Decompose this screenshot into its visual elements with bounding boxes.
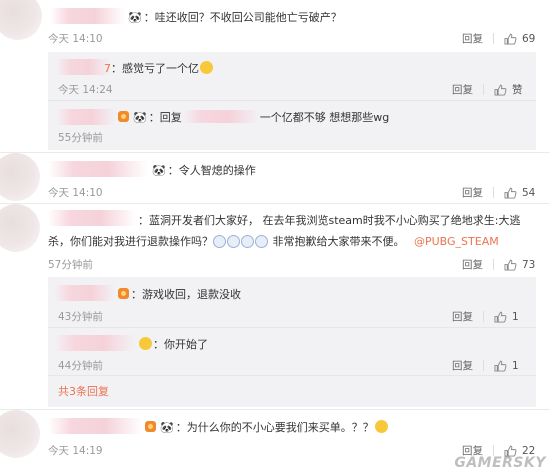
like-button[interactable]: 1 bbox=[494, 360, 519, 372]
like-button[interactable]: 1 bbox=[494, 311, 519, 323]
badge-icon bbox=[145, 421, 156, 432]
username-blurred[interactable] bbox=[48, 161, 148, 177]
username-blurred[interactable] bbox=[48, 210, 136, 226]
like-button[interactable]: 69 bbox=[504, 33, 535, 45]
comment-time: 57分钟前 bbox=[48, 259, 93, 271]
reply-button[interactable]: 回复 bbox=[452, 358, 473, 373]
comment-text: ：哇还收回？不收回公司能他亡亏破产？ bbox=[143, 11, 342, 24]
cry-emoji-icon bbox=[213, 235, 226, 248]
face-emoji-icon bbox=[139, 337, 152, 350]
comment-time: 今天 14:19 bbox=[48, 445, 103, 457]
like-count: 73 bbox=[522, 258, 536, 271]
username-blurred[interactable] bbox=[54, 285, 116, 301]
like-count: 69 bbox=[522, 32, 536, 45]
username-blurred[interactable] bbox=[50, 8, 125, 24]
badge-icon bbox=[118, 288, 129, 299]
comment-3: ：蓝洞开发者们大家好， 在去年我浏览steam时我不小心购买了绝地求生:大逃 杀… bbox=[0, 204, 550, 409]
reply-text: 一个亿都不够 想想那些wg bbox=[259, 111, 390, 124]
reply-prefix: 回复 bbox=[159, 111, 182, 124]
reply-time: 今天 14:24 bbox=[58, 84, 113, 96]
mention-blurred[interactable] bbox=[181, 110, 260, 123]
comment-1: 🐼 ：哇还收回？不收回公司能他亡亏破产？ 今天 14:10 回复 69 7：感觉亏… bbox=[0, 0, 550, 160]
reply-button[interactable]: 回复 bbox=[462, 31, 483, 46]
reply-button[interactable]: 回复 bbox=[452, 309, 473, 324]
reply-item: 🐼 ：回复 一个亿都不够 想想那些wg 55分钟前 bbox=[56, 109, 390, 144]
avatar[interactable] bbox=[0, 0, 42, 40]
comment-time: 今天 14:10 bbox=[48, 187, 103, 199]
panda-emoji-icon: 🐼 bbox=[160, 421, 174, 434]
reply-time: 43分钟前 bbox=[58, 311, 103, 323]
thumb-up-icon bbox=[494, 84, 507, 96]
face-emoji-icon bbox=[200, 61, 213, 74]
watermark-logo: GAMERSKY bbox=[454, 455, 546, 471]
username-blurred[interactable] bbox=[48, 418, 143, 434]
username-blurred[interactable] bbox=[56, 109, 116, 125]
comment-text: ：令人智熄的操作 bbox=[167, 164, 256, 177]
comment-2: 🐼 ：令人智熄的操作 今天 14:10 回复 54 bbox=[0, 153, 550, 201]
like-button[interactable]: 73 bbox=[504, 259, 535, 271]
reply-time: 55分钟前 bbox=[58, 132, 103, 144]
reply-button[interactable]: 回复 bbox=[462, 185, 483, 200]
panda-emoji-icon: 🐼 bbox=[128, 11, 142, 24]
like-button[interactable]: 赞 bbox=[494, 82, 523, 97]
like-count: 54 bbox=[522, 186, 536, 199]
avatar[interactable] bbox=[0, 153, 40, 201]
mention-link[interactable]: @PUBG_STEAM bbox=[414, 235, 499, 248]
face-emoji-icon bbox=[374, 420, 388, 433]
like-label: 赞 bbox=[512, 84, 523, 96]
avatar[interactable] bbox=[0, 204, 40, 252]
reply-button[interactable]: 回复 bbox=[462, 257, 483, 272]
panda-emoji-icon: 🐼 bbox=[152, 164, 166, 177]
thumb-up-icon bbox=[504, 259, 517, 271]
cry-emoji-icon bbox=[227, 235, 240, 248]
reply-item: ：游戏收回，退款没收 43分钟前 回复 1 bbox=[48, 277, 536, 328]
comment-time: 今天 14:10 bbox=[48, 33, 103, 45]
reply-button[interactable]: 回复 bbox=[452, 82, 473, 97]
username-blurred[interactable] bbox=[56, 59, 111, 75]
comment-text: ：为什么你的不小心要我们来买单。？？ bbox=[175, 421, 374, 434]
thumb-up-icon bbox=[494, 360, 507, 372]
reply-time: 44分钟前 bbox=[58, 360, 103, 372]
reply-list: ：游戏收回，退款没收 43分钟前 回复 1 ：你开始了 44分钟前 回复 1 共… bbox=[48, 277, 536, 407]
like-button[interactable]: 54 bbox=[504, 187, 535, 199]
like-count: 1 bbox=[512, 359, 519, 372]
reply-list: 7：感觉亏了一个亿 今天 14:24 回复 赞 🐼 ：回复 一个亿都不够 想想那些w… bbox=[48, 52, 536, 150]
thumb-up-icon bbox=[494, 311, 507, 323]
reply-item: 7：感觉亏了一个亿 今天 14:24 回复 赞 bbox=[48, 52, 536, 101]
panda-emoji-icon: 🐼 bbox=[133, 111, 147, 124]
like-count: 1 bbox=[512, 310, 519, 323]
reply-text: ：你开始了 bbox=[153, 338, 208, 351]
comment-text-line2-end: 非常抱歉给大家带来不便。 bbox=[272, 235, 405, 248]
username-blurred[interactable] bbox=[54, 335, 136, 351]
comment-text-line2: 杀，你们能对我进行退款操作吗？ bbox=[48, 235, 213, 248]
more-replies-link[interactable]: 共3条回复 bbox=[58, 383, 109, 399]
reply-item: ：你开始了 44分钟前 回复 1 bbox=[48, 327, 536, 376]
cry-emoji-icon bbox=[255, 235, 268, 248]
comment-text-line1: ：蓝洞开发者们大家好， 在去年我浏览steam时我不小心购买了绝地求生:大逃 bbox=[138, 214, 521, 227]
avatar[interactable] bbox=[0, 410, 40, 458]
cry-emoji-icon bbox=[241, 235, 254, 248]
thumb-up-icon bbox=[504, 187, 517, 199]
thumb-up-icon bbox=[504, 33, 517, 45]
badge-icon bbox=[118, 111, 129, 122]
reply-text: ：游戏收回，退款没收 bbox=[131, 288, 241, 301]
reply-text: 感觉亏了一个亿 bbox=[122, 62, 199, 75]
